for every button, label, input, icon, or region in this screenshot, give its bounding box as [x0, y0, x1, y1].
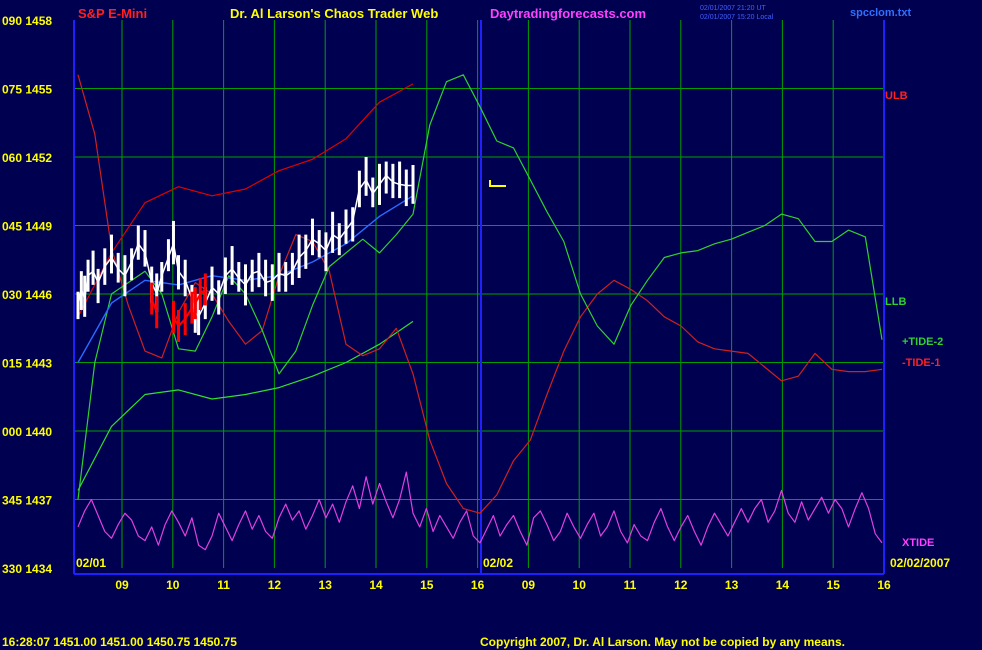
y-tick-label: 015 1443: [2, 357, 52, 371]
x-tick-label: 16: [471, 578, 485, 592]
x-tick-label: 13: [725, 578, 739, 592]
y-tick-label: 000 1440: [2, 425, 52, 439]
series-label: -TIDE-1: [902, 357, 941, 369]
site-label[interactable]: Daytradingforecasts.com: [490, 6, 646, 21]
last-price-marker: [489, 180, 506, 187]
chart-title: Dr. Al Larson's Chaos Trader Web: [230, 6, 438, 21]
chart-window: 090 1458 075 1455 060 1452 045 1449 030 1446…: [0, 0, 982, 650]
x-tick-label: 16: [877, 578, 891, 592]
x-tick-label: 10: [166, 578, 180, 592]
date-label: 02/02/2007: [890, 556, 950, 570]
file-label: spcclom.txt: [850, 7, 911, 19]
x-tick-label: 12: [268, 578, 282, 592]
date-label: 02/02: [483, 556, 513, 570]
y-tick-label: 030 1446: [2, 288, 52, 302]
x-tick-label: 10: [573, 578, 587, 592]
y-tick-label: 345 1437: [2, 494, 52, 508]
x-tick-label: 15: [827, 578, 841, 592]
x-tick-label: 11: [217, 578, 230, 592]
x-tick-label: 11: [624, 578, 637, 592]
x-tick-label: 09: [522, 578, 536, 592]
timestamp-ut: 02/01/2007 21:20 UT: [700, 5, 766, 12]
series-label: LLB: [885, 296, 906, 308]
x-tick-label: 14: [776, 578, 790, 592]
chart-canvas: 090 1458 075 1455 060 1452 045 1449 030 1446…: [2, 5, 950, 649]
x-tick-label: 09: [115, 578, 129, 592]
y-tick-label: 090 1458: [2, 14, 52, 28]
llb-band-line: [77, 320, 414, 491]
x-tick-label: 13: [319, 578, 333, 592]
instrument-label: S&P E-Mini: [78, 6, 147, 21]
y-tick-label: 060 1452: [2, 151, 52, 165]
date-label: 02/01: [76, 556, 106, 570]
timestamp-local: 02/01/2007 15:20 Local: [700, 14, 774, 21]
x-tick-label: 15: [420, 578, 434, 592]
x-tick-label: 12: [674, 578, 688, 592]
series-label: +TIDE-2: [902, 336, 943, 348]
series-label: ULB: [885, 90, 908, 102]
series-label: XTIDE: [902, 537, 934, 549]
y-tick-label: 330 1434: [2, 562, 52, 576]
y-tick-label: 075 1455: [2, 83, 52, 97]
y-tick-label: 045 1449: [2, 220, 52, 234]
x-tick-label: 14: [369, 578, 383, 592]
copyright-text: Copyright 2007, Dr. Al Larson. May not b…: [480, 635, 845, 649]
quote-readout: 16:28:07 1451.00 1451.00 1450.75 1450.75: [2, 635, 237, 649]
